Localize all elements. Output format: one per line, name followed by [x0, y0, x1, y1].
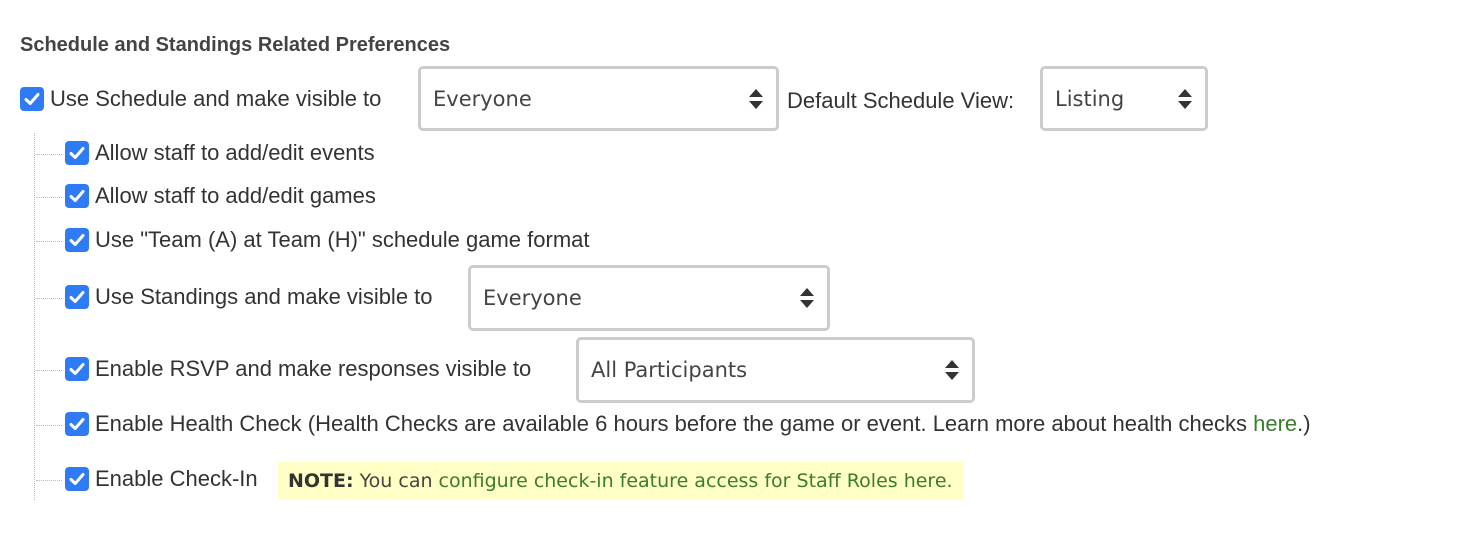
- option-staff-events: Allow staff to add/edit events: [65, 140, 375, 166]
- staff-events-checkbox[interactable]: [65, 141, 89, 165]
- schedule-visibility-value: Everyone: [433, 86, 532, 111]
- tree-branch-line: [36, 370, 62, 371]
- rsvp-checkbox[interactable]: [65, 357, 89, 381]
- use-schedule-label: Use Schedule and make visible to: [50, 86, 382, 111]
- tree-branch-line: [36, 425, 62, 426]
- staff-games-label: Allow staff to add/edit games: [95, 183, 376, 208]
- health-check-checkbox[interactable]: [65, 412, 89, 436]
- staff-events-label: Allow staff to add/edit events: [95, 140, 375, 165]
- health-check-suffix: .): [1297, 411, 1311, 436]
- game-format-checkbox[interactable]: [65, 228, 89, 252]
- tree-branch-line: [36, 154, 62, 155]
- rsvp-visibility-value: All Participants: [591, 358, 748, 382]
- option-health-check: Enable Health Check (Health Checks are a…: [65, 411, 1311, 437]
- select-arrows-icon: [749, 88, 763, 109]
- game-format-label: Use "Team (A) at Team (H)" schedule game…: [95, 227, 590, 252]
- standings-visibility-select[interactable]: Everyone: [468, 265, 830, 331]
- tree-branch-line: [36, 480, 62, 481]
- checkmark-icon: [24, 93, 40, 105]
- checkmark-icon: [69, 363, 85, 375]
- standings-label: Use Standings and make visible to: [95, 284, 433, 309]
- note-text: You can: [359, 470, 433, 492]
- configure-check-in-link[interactable]: configure check-in feature access for St…: [439, 470, 953, 492]
- health-check-here-link[interactable]: here: [1253, 411, 1297, 436]
- checkmark-icon: [69, 234, 85, 246]
- checkmark-icon: [69, 190, 85, 202]
- option-game-format: Use "Team (A) at Team (H)" schedule game…: [65, 227, 590, 253]
- use-schedule-checkbox[interactable]: [20, 87, 44, 111]
- note-prefix: NOTE:: [288, 470, 354, 492]
- select-arrows-icon: [800, 288, 814, 308]
- tree-branch-line: [36, 197, 62, 198]
- health-check-text: Enable Health Check (Health Checks are a…: [95, 411, 1254, 436]
- check-in-note: NOTE: You can configure check-in feature…: [278, 462, 963, 500]
- option-check-in: Enable Check-In: [65, 466, 258, 492]
- rsvp-label: Enable RSVP and make responses visible t…: [95, 356, 532, 381]
- select-arrows-icon: [1178, 88, 1192, 109]
- option-staff-games: Allow staff to add/edit games: [65, 183, 376, 209]
- standings-visibility-value: Everyone: [483, 286, 582, 310]
- default-schedule-view-select[interactable]: Listing: [1040, 66, 1208, 131]
- check-in-checkbox[interactable]: [65, 467, 89, 491]
- option-rsvp: Enable RSVP and make responses visible t…: [65, 356, 531, 382]
- default-schedule-view-value: Listing: [1055, 86, 1125, 111]
- tree-branch-line: [36, 298, 62, 299]
- select-arrows-icon: [945, 360, 959, 380]
- check-in-label: Enable Check-In: [95, 466, 258, 491]
- tree-connector-line: [34, 133, 35, 500]
- use-schedule-row: Use Schedule and make visible to: [20, 86, 381, 112]
- health-check-label: Enable Health Check (Health Checks are a…: [95, 411, 1311, 437]
- tree-branch-line: [36, 241, 62, 242]
- default-schedule-view-label: Default Schedule View:: [787, 88, 1015, 113]
- rsvp-visibility-select[interactable]: All Participants: [576, 337, 975, 403]
- standings-checkbox[interactable]: [65, 285, 89, 309]
- checkmark-icon: [69, 473, 85, 485]
- section-title: Schedule and Standings Related Preferenc…: [20, 34, 451, 56]
- staff-games-checkbox[interactable]: [65, 184, 89, 208]
- checkmark-icon: [69, 291, 85, 303]
- option-standings: Use Standings and make visible to: [65, 284, 433, 310]
- schedule-visibility-select[interactable]: Everyone: [418, 66, 779, 131]
- checkmark-icon: [69, 418, 85, 430]
- checkmark-icon: [69, 147, 85, 159]
